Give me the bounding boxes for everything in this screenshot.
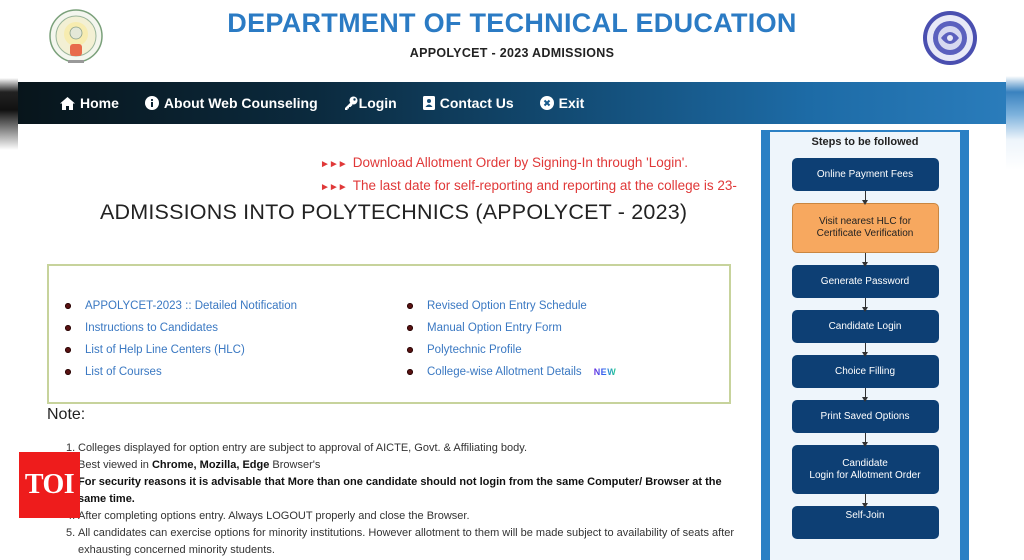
down-arrow-icon xyxy=(861,298,868,312)
links-column-left: APPOLYCET-2023 :: Detailed Notification … xyxy=(63,295,297,383)
notes-heading: Note: xyxy=(47,406,86,423)
bullet-icon xyxy=(407,369,413,375)
note-text: For security reasons it is advisable tha… xyxy=(78,476,722,505)
note-number: 5. xyxy=(66,527,76,539)
bullet-icon xyxy=(407,347,413,353)
link-label: List of Courses xyxy=(85,366,162,378)
key-icon xyxy=(344,96,358,110)
link-label: Instructions to Candidates xyxy=(85,322,218,334)
toi-watermark-logo: TOI xyxy=(19,452,80,518)
step-online-payment-fees: Online Payment Fees xyxy=(791,158,939,191)
new-badge: NEW xyxy=(593,367,617,377)
step-candidate-login: Candidate Login xyxy=(791,310,939,343)
nav-login[interactable]: Login xyxy=(344,95,397,111)
nav-exit[interactable]: Exit xyxy=(539,95,585,111)
link-label: Revised Option Entry Schedule xyxy=(427,300,587,312)
note-text: Best viewed in Chrome, Mozilla, Edge Bro… xyxy=(78,457,746,474)
nav-home-label: Home xyxy=(80,95,119,111)
bullet-icon xyxy=(407,303,413,309)
nav-contact-us[interactable]: Contact Us xyxy=(422,95,514,111)
nav-about-label: About Web Counseling xyxy=(163,95,318,111)
arrow-bullet-icon: ►►► xyxy=(320,182,348,193)
step-print-saved-options: Print Saved Options xyxy=(791,400,939,433)
bullet-icon xyxy=(65,303,71,309)
step-certificate-verification: Visit nearest HLC for Certificate Verifi… xyxy=(791,203,939,253)
link-college-wise-allotment-details[interactable]: College-wise Allotment Details NEW xyxy=(405,361,616,383)
info-icon xyxy=(144,96,159,110)
nav-exit-label: Exit xyxy=(558,95,585,111)
note-item: 4. After completing options entry. Alway… xyxy=(66,508,746,525)
nav-login-label: Login xyxy=(358,95,397,111)
note-text: Colleges displayed for option entry are … xyxy=(78,442,528,454)
steps-title: Steps to be followed xyxy=(811,136,919,148)
note-text: After completing options entry. Always L… xyxy=(78,510,470,522)
step-login-allotment-order: Candidate Login for Allotment Order xyxy=(791,445,939,494)
link-label: Polytechnic Profile xyxy=(427,344,522,356)
note-item: 3. For security reasons it is advisable … xyxy=(66,474,746,508)
bullet-icon xyxy=(407,325,413,331)
main-navbar: Home About Web Counseling Login Contact … xyxy=(18,82,1006,124)
contact-card-icon xyxy=(422,96,435,110)
down-arrow-icon xyxy=(861,191,868,205)
main-heading: ADMISSIONS INTO POLYTECHNICS (APPOLYCET … xyxy=(100,200,688,224)
bullet-icon xyxy=(65,369,71,375)
link-label: List of Help Line Centers (HLC) xyxy=(85,344,245,356)
home-icon xyxy=(60,96,75,110)
nav-about-web-counseling[interactable]: About Web Counseling xyxy=(144,95,318,111)
step-generate-password: Generate Password xyxy=(791,265,939,298)
link-detailed-notification[interactable]: APPOLYCET-2023 :: Detailed Notification xyxy=(63,295,297,317)
link-label: College-wise Allotment Details xyxy=(427,366,582,378)
announcement-marquee: ►►► Download Allotment Order by Signing-I… xyxy=(320,152,750,198)
down-arrow-icon xyxy=(861,388,868,402)
steps-flowchart: Online Payment Fees Visit nearest HLC fo… xyxy=(770,158,960,539)
link-instructions-to-candidates[interactable]: Instructions to Candidates xyxy=(63,317,297,339)
step-self-join: Self-Join xyxy=(791,506,939,539)
note-item: 5. All candidates can exercise options f… xyxy=(66,525,746,559)
links-column-right: Revised Option Entry Schedule Manual Opt… xyxy=(405,295,616,383)
close-circle-icon xyxy=(539,96,554,110)
link-help-line-centers[interactable]: List of Help Line Centers (HLC) xyxy=(63,339,297,361)
page-title: DEPARTMENT OF TECHNICAL EDUCATION xyxy=(227,8,797,38)
down-arrow-icon xyxy=(861,433,868,447)
link-label: APPOLYCET-2023 :: Detailed Notification xyxy=(85,300,298,312)
technical-education-seal-logo xyxy=(923,11,977,65)
arrow-bullet-icon: ►►► xyxy=(320,159,348,170)
step-choice-filling: Choice Filling xyxy=(791,355,939,388)
down-arrow-icon xyxy=(861,494,868,508)
right-frame-shadow xyxy=(1006,0,1024,556)
bullet-icon xyxy=(65,347,71,353)
link-revised-option-entry-schedule[interactable]: Revised Option Entry Schedule xyxy=(405,295,616,317)
header: DEPARTMENT OF TECHNICAL EDUCATION APPOLY… xyxy=(18,0,1006,82)
page-subtitle: APPOLYCET - 2023 ADMISSIONS xyxy=(409,46,615,60)
nav-contact-label: Contact Us xyxy=(439,95,514,111)
note-text-part: Browser's xyxy=(269,459,321,471)
note-item: 2. Best viewed in Chrome, Mozilla, Edge … xyxy=(66,457,746,474)
steps-panel: Steps to be followed Online Payment Fees… xyxy=(761,130,969,560)
link-manual-option-entry-form[interactable]: Manual Option Entry Form xyxy=(405,317,616,339)
link-list-of-courses[interactable]: List of Courses xyxy=(63,361,297,383)
note-text-part: Best viewed in xyxy=(78,459,152,471)
notes-list: 1. Colleges displayed for option entry a… xyxy=(66,440,746,559)
announcement-line[interactable]: ►►► The last date for self-reporting and … xyxy=(320,175,750,198)
quick-links-box: APPOLYCET-2023 :: Detailed Notification … xyxy=(47,264,731,404)
down-arrow-icon xyxy=(861,253,868,267)
link-polytechnic-profile[interactable]: Polytechnic Profile xyxy=(405,339,616,361)
browser-names: Chrome, Mozilla, Edge xyxy=(151,459,270,471)
note-text: All candidates can exercise options for … xyxy=(78,527,735,556)
nav-home[interactable]: Home xyxy=(60,95,119,111)
bullet-icon xyxy=(65,325,71,331)
announcement-line[interactable]: ►►► Download Allotment Order by Signing-I… xyxy=(320,152,750,175)
announcement-text: The last date for self-reporting and rep… xyxy=(352,178,737,193)
link-label: Manual Option Entry Form xyxy=(427,322,562,334)
announcement-text: Download Allotment Order by Signing-In t… xyxy=(352,155,689,170)
left-frame-shadow xyxy=(0,0,18,556)
down-arrow-icon xyxy=(861,343,868,357)
note-item: 1. Colleges displayed for option entry a… xyxy=(66,440,746,457)
